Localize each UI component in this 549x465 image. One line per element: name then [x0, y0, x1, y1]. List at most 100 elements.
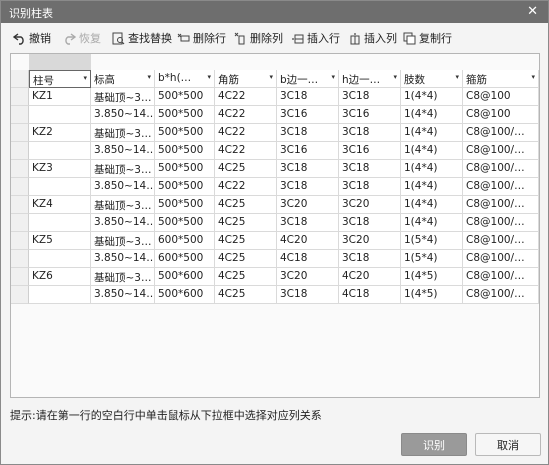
row-handle[interactable]	[11, 268, 29, 286]
table-cell[interactable]: C8@100/…	[463, 160, 539, 178]
table-cell[interactable]: 1(4*4)	[401, 178, 463, 196]
table-cell[interactable]: 4C22	[215, 124, 277, 142]
table-cell[interactable]: 500*500	[155, 196, 215, 214]
table-cell[interactable]	[29, 142, 91, 160]
find-replace-button[interactable]: 查找替换	[112, 29, 172, 47]
table-cell[interactable]: 基础顶~3…	[91, 124, 155, 142]
table-cell[interactable]: 4C25	[215, 250, 277, 268]
table-cell[interactable]: C8@100	[463, 88, 539, 106]
table-cell[interactable]: 3C16	[277, 106, 339, 124]
table-cell[interactable]: 4C25	[215, 286, 277, 304]
header-cell[interactable]: 柱号 ▾	[29, 70, 91, 88]
table-cell[interactable]: 3C18	[277, 214, 339, 232]
dropdown-arrow-icon[interactable]: ▾	[455, 73, 459, 81]
row-handle[interactable]	[11, 70, 29, 88]
table-cell[interactable]: 3.850~14…	[91, 250, 155, 268]
table-cell[interactable]: 3C16	[277, 142, 339, 160]
row-handle[interactable]	[11, 214, 29, 232]
table-cell[interactable]: C8@100	[463, 106, 539, 124]
table-cell[interactable]: 3C20	[339, 232, 401, 250]
table-cell[interactable]: C8@100/…	[463, 142, 539, 160]
table-cell[interactable]: 1(4*4)	[401, 124, 463, 142]
table-cell[interactable]: 3C18	[339, 124, 401, 142]
dropdown-arrow-icon[interactable]: ▾	[147, 73, 151, 81]
header-cell[interactable]: 箍筋 ▾	[463, 70, 539, 88]
dropdown-arrow-icon[interactable]: ▾	[331, 73, 335, 81]
row-handle[interactable]	[11, 196, 29, 214]
table-cell[interactable]: 1(4*4)	[401, 196, 463, 214]
dropdown-arrow-icon[interactable]: ▾	[269, 73, 273, 81]
table-cell[interactable]: 1(4*4)	[401, 214, 463, 232]
table-cell[interactable]: 4C25	[215, 214, 277, 232]
table-cell[interactable]: 1(4*4)	[401, 106, 463, 124]
close-icon[interactable]: ✕	[527, 4, 538, 19]
dropdown-arrow-icon[interactable]: ▾	[531, 73, 535, 81]
table-cell[interactable]: 3.850~14…	[91, 142, 155, 160]
insert-col-button[interactable]: 插入列	[348, 29, 397, 47]
table-cell[interactable]: 500*500	[155, 178, 215, 196]
cancel-button[interactable]: 取消	[475, 433, 541, 456]
table-cell[interactable]: 500*600	[155, 268, 215, 286]
table-cell[interactable]: 3C18	[339, 160, 401, 178]
table-cell[interactable]: 500*500	[155, 142, 215, 160]
table-cell[interactable]: 3C18	[339, 88, 401, 106]
delete-row-button[interactable]: 删除行	[177, 29, 226, 47]
table-cell[interactable]: 4C18	[339, 286, 401, 304]
table-cell[interactable]: 1(4*4)	[401, 88, 463, 106]
table-cell[interactable]: C8@100/…	[463, 178, 539, 196]
copy-row-button[interactable]: 复制行	[403, 29, 452, 47]
table-cell[interactable]: 3C18	[277, 124, 339, 142]
table-cell[interactable]: 3.850~14…	[91, 106, 155, 124]
table-cell[interactable]: 3C18	[277, 286, 339, 304]
table-cell[interactable]: 3C18	[277, 160, 339, 178]
table-cell[interactable]: C8@100/…	[463, 250, 539, 268]
table-cell[interactable]: 4C18	[277, 250, 339, 268]
row-handle[interactable]	[11, 160, 29, 178]
table-cell[interactable]: 4C25	[215, 196, 277, 214]
table-cell[interactable]: 4C22	[215, 106, 277, 124]
table-cell[interactable]: KZ1	[29, 88, 91, 106]
table-cell[interactable]: 1(4*5)	[401, 286, 463, 304]
table-cell[interactable]: 3C20	[277, 268, 339, 286]
table-cell[interactable]: 基础顶~3…	[91, 268, 155, 286]
table-cell[interactable]: 4C20	[277, 232, 339, 250]
table-cell[interactable]	[29, 286, 91, 304]
table-cell[interactable]: 4C22	[215, 178, 277, 196]
row-handle[interactable]	[11, 178, 29, 196]
row-handle[interactable]	[11, 124, 29, 142]
table-cell[interactable]: 600*500	[155, 232, 215, 250]
table-cell[interactable]: 500*500	[155, 88, 215, 106]
row-handle[interactable]	[11, 106, 29, 124]
table-cell[interactable]: 4C25	[215, 232, 277, 250]
table-cell[interactable]: KZ3	[29, 160, 91, 178]
table-cell[interactable]	[29, 106, 91, 124]
table-cell[interactable]: KZ2	[29, 124, 91, 142]
dropdown-arrow-icon[interactable]: ▾	[393, 73, 397, 81]
table-cell[interactable]: KZ6	[29, 268, 91, 286]
table-cell[interactable]: C8@100/…	[463, 286, 539, 304]
table-cell[interactable]: 1(4*4)	[401, 160, 463, 178]
table-cell[interactable]: 4C20	[339, 268, 401, 286]
table-cell[interactable]: 4C22	[215, 142, 277, 160]
table-cell[interactable]: 4C25	[215, 160, 277, 178]
table-cell[interactable]: 3C18	[339, 250, 401, 268]
dropdown-arrow-icon[interactable]: ▾	[83, 74, 87, 82]
table-cell[interactable]: 600*500	[155, 250, 215, 268]
recognize-button[interactable]: 识别	[401, 433, 467, 456]
table-cell[interactable]: 基础顶~3…	[91, 196, 155, 214]
table-cell[interactable]: 4C25	[215, 268, 277, 286]
table-cell[interactable]: 3C16	[339, 106, 401, 124]
header-cell[interactable]: 肢数 ▾	[401, 70, 463, 88]
insert-row-button[interactable]: 插入行	[291, 29, 340, 47]
table-cell[interactable]	[29, 178, 91, 196]
table-cell[interactable]: 500*500	[155, 214, 215, 232]
delete-col-button[interactable]: 删除列	[234, 29, 283, 47]
table-cell[interactable]: 3C18	[339, 178, 401, 196]
table-cell[interactable]	[29, 214, 91, 232]
redo-button[interactable]: 恢复	[63, 29, 101, 47]
table-cell[interactable]	[29, 250, 91, 268]
row-handle[interactable]	[11, 232, 29, 250]
table-cell[interactable]: 3.850~14…	[91, 214, 155, 232]
header-cell[interactable]: b*h(… ▾	[155, 70, 215, 88]
table-cell[interactable]: 3.850~14…	[91, 178, 155, 196]
